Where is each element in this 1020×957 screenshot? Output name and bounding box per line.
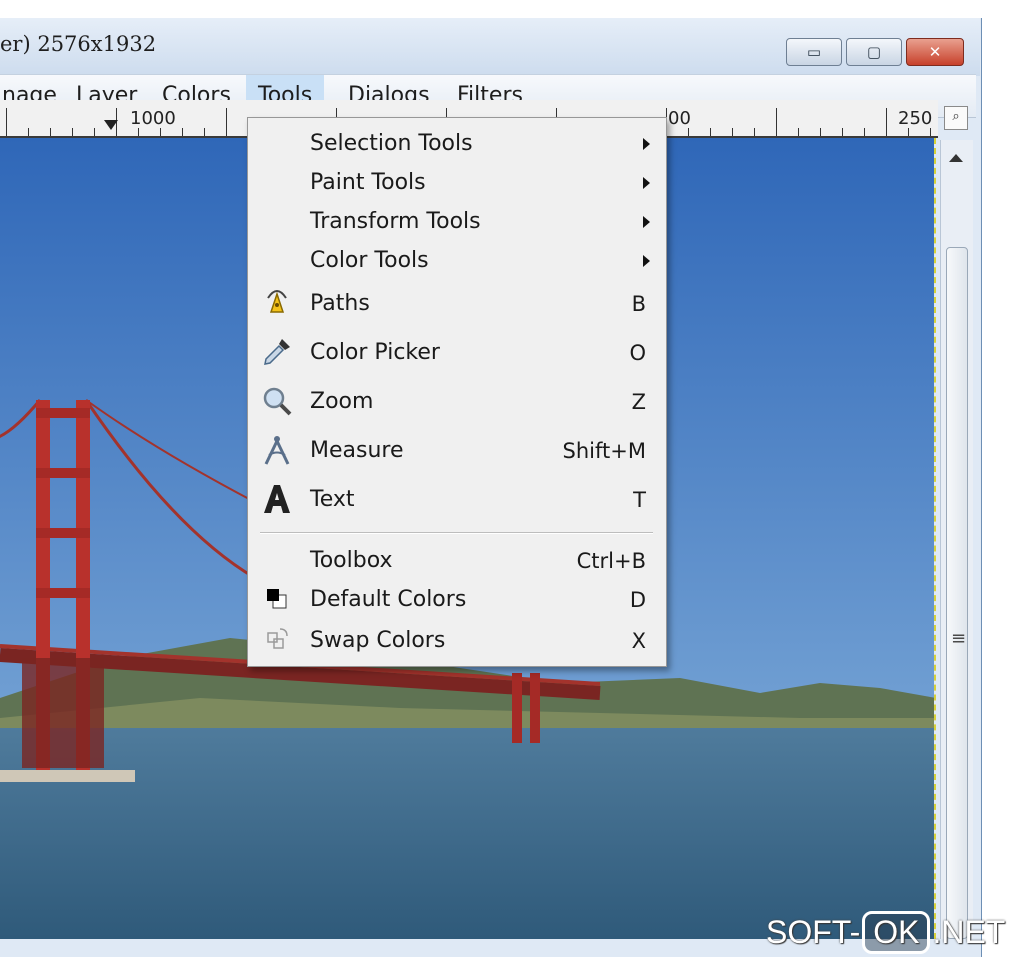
menu-item-label: Selection Tools bbox=[310, 131, 473, 156]
watermark-box: OK bbox=[862, 910, 931, 954]
ruler-tick bbox=[776, 108, 777, 136]
submenu-arrow-icon bbox=[643, 177, 650, 189]
ruler-tick bbox=[688, 128, 689, 136]
ruler-tick bbox=[204, 128, 205, 136]
zoom-icon bbox=[263, 387, 292, 416]
ruler-tick bbox=[732, 128, 733, 136]
tools-menu: Selection Tools Paint Tools Transform To… bbox=[247, 117, 667, 667]
color-picker-icon bbox=[264, 339, 290, 365]
grip-icon: ≡ bbox=[951, 628, 967, 649]
shortcut-label: Ctrl+B bbox=[576, 549, 646, 573]
ruler-tick bbox=[710, 128, 711, 136]
vertical-scrollbar[interactable]: ≡ bbox=[940, 140, 973, 939]
ruler-tick bbox=[864, 128, 865, 136]
menu-item-zoom[interactable]: Zoom Z bbox=[248, 382, 666, 422]
maximize-icon: ▢ bbox=[866, 43, 882, 61]
title-bar[interactable]: er) 2576x1932 ▭ ▢ ✕ bbox=[0, 18, 980, 76]
watermark-right: .NET bbox=[932, 913, 1006, 950]
ruler-tick bbox=[886, 108, 887, 136]
ruler-tick bbox=[138, 128, 139, 136]
watermark-left: SOFT- bbox=[766, 913, 861, 950]
ruler-tick bbox=[908, 128, 909, 136]
window-title: er) 2576x1932 bbox=[0, 32, 157, 56]
menu-item-color-picker[interactable]: Color Picker O bbox=[248, 333, 666, 373]
ruler-position-marker bbox=[104, 120, 118, 130]
menu-item-default-colors[interactable]: Default Colors D bbox=[248, 580, 666, 620]
scroll-up-arrow-icon[interactable] bbox=[949, 154, 963, 162]
ruler-tick bbox=[754, 128, 755, 136]
ruler-tick bbox=[820, 128, 821, 136]
menu-item-paths[interactable]: Paths B bbox=[248, 284, 666, 324]
menu-item-measure[interactable]: Measure Shift+M bbox=[248, 431, 666, 471]
shortcut-label: X bbox=[631, 629, 646, 653]
navigate-zoom-icon[interactable]: ⌕ bbox=[944, 106, 968, 130]
menu-item-label: Transform Tools bbox=[310, 209, 481, 234]
menu-item-label: Color Tools bbox=[310, 248, 429, 273]
minimize-icon: ▭ bbox=[806, 43, 822, 61]
ruler-tick bbox=[160, 128, 161, 136]
shortcut-label: T bbox=[633, 488, 646, 512]
menu-item-label: Measure bbox=[310, 438, 404, 463]
ruler-tick bbox=[798, 128, 799, 136]
swap-colors-icon bbox=[267, 628, 288, 649]
ruler-tick bbox=[226, 108, 227, 136]
submenu-arrow-icon bbox=[643, 255, 650, 267]
menu-item-label: Paint Tools bbox=[310, 170, 426, 195]
ruler-label: 250 bbox=[898, 108, 933, 129]
ruler-tick bbox=[842, 128, 843, 136]
menu-item-label: Default Colors bbox=[310, 587, 467, 612]
menu-item-toolbox[interactable]: Toolbox Ctrl+B bbox=[248, 541, 666, 581]
ruler-tick bbox=[72, 128, 73, 136]
watermark-logo: SOFT- OK .NET bbox=[766, 910, 1005, 954]
ruler-tick bbox=[28, 128, 29, 136]
menu-item-transform-tools[interactable]: Transform Tools bbox=[248, 202, 666, 242]
shortcut-label: Z bbox=[631, 390, 646, 414]
shortcut-label: D bbox=[629, 588, 646, 612]
text-icon bbox=[264, 485, 290, 513]
submenu-arrow-icon bbox=[643, 138, 650, 150]
close-button[interactable]: ✕ bbox=[906, 38, 964, 66]
ruler-label: 00 bbox=[668, 108, 691, 129]
menu-item-color-tools[interactable]: Color Tools bbox=[248, 241, 666, 281]
ruler-tick bbox=[930, 128, 931, 136]
maximize-button[interactable]: ▢ bbox=[846, 38, 902, 66]
menu-item-label: Text bbox=[310, 487, 355, 512]
submenu-arrow-icon bbox=[643, 216, 650, 228]
ruler-tick bbox=[50, 128, 51, 136]
measure-icon bbox=[264, 436, 290, 465]
shortcut-label: B bbox=[631, 292, 646, 316]
ruler-tick bbox=[182, 128, 183, 136]
menu-item-swap-colors[interactable]: Swap Colors X bbox=[248, 621, 666, 661]
menu-item-label: Color Picker bbox=[310, 340, 440, 365]
menu-item-label: Toolbox bbox=[310, 548, 393, 573]
menu-item-paint-tools[interactable]: Paint Tools bbox=[248, 163, 666, 203]
default-colors-icon bbox=[267, 589, 287, 609]
ruler-tick bbox=[94, 128, 95, 136]
ruler-label: 1000 bbox=[130, 108, 176, 129]
ruler-tick bbox=[6, 108, 7, 136]
menu-item-selection-tools[interactable]: Selection Tools bbox=[248, 124, 666, 164]
shortcut-label: O bbox=[629, 341, 646, 365]
menu-item-text[interactable]: Text T bbox=[248, 480, 666, 520]
menu-item-label: Swap Colors bbox=[310, 628, 446, 653]
shortcut-label: Shift+M bbox=[562, 439, 646, 463]
menu-item-label: Paths bbox=[310, 291, 370, 316]
paths-icon bbox=[267, 290, 287, 313]
scroll-thumb[interactable]: ≡ bbox=[946, 247, 968, 939]
menu-separator bbox=[260, 532, 653, 534]
menu-item-label: Zoom bbox=[310, 389, 374, 414]
close-icon: ✕ bbox=[928, 43, 942, 61]
minimize-button[interactable]: ▭ bbox=[786, 38, 842, 66]
